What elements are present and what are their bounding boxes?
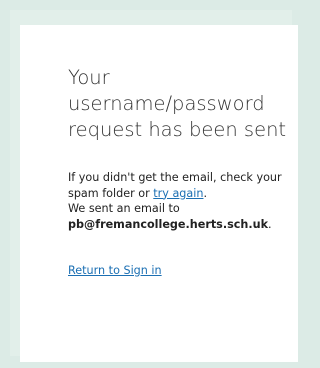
confirmation-card: Your username/password request has been … [20,25,298,362]
email-address: pb@fremancollege.herts.sch.uk [68,217,269,231]
message-text-2: We sent an email to [68,202,180,215]
confirmation-message: If you didn't get the email, check your … [68,170,283,232]
message-period-1: . [203,186,208,200]
return-to-sign-in-link[interactable]: Return to Sign in [68,263,162,278]
message-period-2: . [268,217,272,231]
try-again-link[interactable]: try again [153,187,203,200]
page-frame: Your username/password request has been … [10,10,298,362]
confirmation-heading: Your username/password request has been … [68,66,287,141]
